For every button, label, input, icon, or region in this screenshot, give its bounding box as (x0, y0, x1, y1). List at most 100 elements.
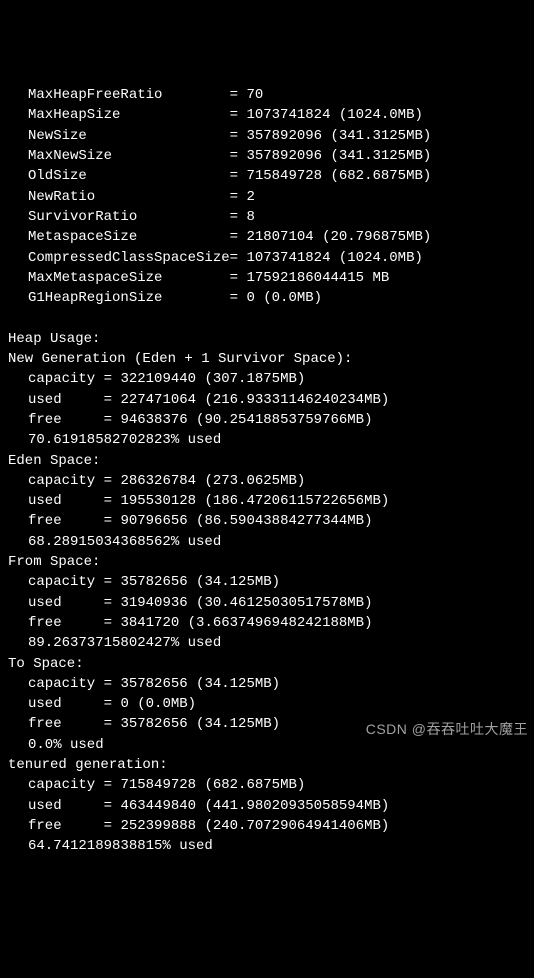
heap-value: 195530128 (186.47206115722656MB) (120, 491, 389, 511)
param-value: 357892096 (341.3125MB) (246, 126, 431, 146)
equals-sign: = (95, 613, 120, 633)
heap-value: 715849728 (682.6875MB) (120, 775, 305, 795)
equals-sign: = (95, 775, 120, 795)
heap-row: used = 463449840 (441.98020935058594MB) (8, 796, 534, 816)
equals-sign: = (95, 471, 120, 491)
equals-sign: = (95, 694, 120, 714)
param-name: MaxNewSize (28, 146, 230, 166)
jvm-param-row: MaxHeapSize = 1073741824 (1024.0MB) (8, 105, 534, 125)
param-value: 0 (0.0MB) (246, 288, 322, 308)
heap-usage-header: Heap Usage: (8, 329, 534, 349)
jvm-param-row: MaxHeapFreeRatio = 70 (8, 85, 534, 105)
param-value: 8 (246, 207, 254, 227)
heap-value: 90796656 (86.59043884277344MB) (120, 511, 372, 531)
param-name: NewRatio (28, 187, 230, 207)
equals-sign: = (95, 511, 120, 531)
terminal-output: MaxHeapFreeRatio = 70MaxHeapSize = 10737… (8, 85, 534, 856)
heap-pct-used: 70.61918582702823% used (8, 430, 534, 450)
heap-row: capacity = 286326784 (273.0625MB) (8, 471, 534, 491)
heap-row: free = 3841720 (3.6637496948242188MB) (8, 613, 534, 633)
heap-value: 463449840 (441.98020935058594MB) (120, 796, 389, 816)
equals-sign: = (230, 166, 247, 186)
param-name: MaxHeapFreeRatio (28, 85, 230, 105)
jvm-param-row: MaxMetaspaceSize = 17592186044415 MB (8, 268, 534, 288)
heap-row: free = 252399888 (240.70729064941406MB) (8, 816, 534, 836)
equals-sign: = (95, 572, 120, 592)
param-value: 21807104 (20.796875MB) (246, 227, 431, 247)
equals-sign: = (95, 410, 120, 430)
section-title: New Generation (Eden + 1 Survivor Space)… (8, 349, 534, 369)
heap-row: used = 31940936 (30.46125030517578MB) (8, 593, 534, 613)
heap-value: 322109440 (307.1875MB) (120, 369, 305, 389)
equals-sign: = (95, 796, 120, 816)
jvm-param-row: CompressedClassSpaceSize= 1073741824 (10… (8, 248, 534, 268)
param-name: MaxHeapSize (28, 105, 230, 125)
equals-sign: = (230, 268, 247, 288)
heap-value: 227471064 (216.93331146240234MB) (120, 390, 389, 410)
heap-row: capacity = 35782656 (34.125MB) (8, 572, 534, 592)
jvm-param-row: NewSize = 357892096 (341.3125MB) (8, 126, 534, 146)
equals-sign: = (230, 105, 247, 125)
equals-sign: = (230, 207, 247, 227)
jvm-param-row: MetaspaceSize = 21807104 (20.796875MB) (8, 227, 534, 247)
heap-key: used (28, 694, 95, 714)
equals-sign: = (95, 369, 120, 389)
heap-key: capacity (28, 775, 95, 795)
param-value: 357892096 (341.3125MB) (246, 146, 431, 166)
equals-sign: = (95, 714, 120, 734)
equals-sign: = (95, 491, 120, 511)
heap-value: 35782656 (34.125MB) (120, 572, 280, 592)
heap-row: used = 227471064 (216.93331146240234MB) (8, 390, 534, 410)
heap-row: free = 90796656 (86.59043884277344MB) (8, 511, 534, 531)
jvm-param-row: SurvivorRatio = 8 (8, 207, 534, 227)
section-title: Eden Space: (8, 451, 534, 471)
section-title: To Space: (8, 654, 534, 674)
equals-sign: = (95, 593, 120, 613)
jvm-param-row: NewRatio = 2 (8, 187, 534, 207)
param-value: 70 (246, 85, 263, 105)
heap-key: used (28, 390, 95, 410)
heap-pct-used: 64.7412189838815% used (8, 836, 534, 856)
heap-value: 35782656 (34.125MB) (120, 714, 280, 734)
param-name: NewSize (28, 126, 230, 146)
equals-sign: = (230, 288, 247, 308)
heap-key: free (28, 410, 95, 430)
heap-pct-used: 89.26373715802427% used (8, 633, 534, 653)
blank-line (8, 308, 534, 328)
jvm-param-row: MaxNewSize = 357892096 (341.3125MB) (8, 146, 534, 166)
equals-sign: = (230, 187, 247, 207)
param-value: 715849728 (682.6875MB) (246, 166, 431, 186)
param-value: 17592186044415 MB (246, 268, 389, 288)
equals-sign: = (95, 674, 120, 694)
section-title: tenured generation: (8, 755, 534, 775)
equals-sign: = (230, 85, 247, 105)
heap-row: used = 0 (0.0MB) (8, 694, 534, 714)
jvm-param-row: OldSize = 715849728 (682.6875MB) (8, 166, 534, 186)
heap-key: used (28, 491, 95, 511)
heap-key: capacity (28, 471, 95, 491)
heap-row: used = 195530128 (186.47206115722656MB) (8, 491, 534, 511)
equals-sign: = (230, 227, 247, 247)
heap-row: free = 94638376 (90.25418853759766MB) (8, 410, 534, 430)
equals-sign: = (95, 390, 120, 410)
param-name: MaxMetaspaceSize (28, 268, 230, 288)
equals-sign: = (95, 816, 120, 836)
heap-row: capacity = 322109440 (307.1875MB) (8, 369, 534, 389)
heap-key: free (28, 511, 95, 531)
param-name: SurvivorRatio (28, 207, 230, 227)
heap-value: 3841720 (3.6637496948242188MB) (120, 613, 372, 633)
heap-key: capacity (28, 674, 95, 694)
heap-value: 252399888 (240.70729064941406MB) (120, 816, 389, 836)
param-name: CompressedClassSpaceSize (28, 248, 230, 268)
heap-value: 94638376 (90.25418853759766MB) (120, 410, 372, 430)
heap-key: used (28, 796, 95, 816)
heap-key: capacity (28, 572, 95, 592)
heap-row: capacity = 35782656 (34.125MB) (8, 674, 534, 694)
equals-sign: = (230, 146, 247, 166)
heap-key: free (28, 613, 95, 633)
section-title: From Space: (8, 552, 534, 572)
param-name: MetaspaceSize (28, 227, 230, 247)
heap-key: capacity (28, 369, 95, 389)
heap-pct-used: 68.28915034368562% used (8, 532, 534, 552)
heap-value: 286326784 (273.0625MB) (120, 471, 305, 491)
